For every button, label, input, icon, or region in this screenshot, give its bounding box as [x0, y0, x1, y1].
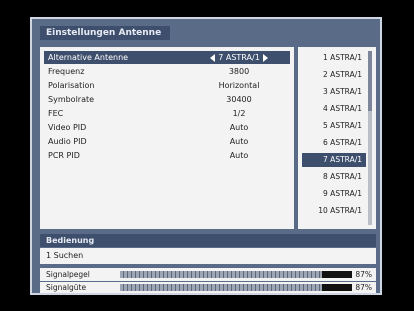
arrow-left-icon[interactable]: [210, 53, 216, 62]
setting-value: 7 ASTRA/1: [194, 51, 284, 64]
antenna-list-item[interactable]: 1 ASTRA/1: [302, 51, 366, 65]
info-heading: Bedienung: [40, 234, 376, 247]
antenna-list-item[interactable]: 6 ASTRA/1: [302, 136, 366, 150]
signal-quality-meter: Signalgüte 87%: [40, 282, 376, 293]
setting-value-text: 7 ASTRA/1: [218, 53, 260, 62]
meter-label: Signalpegel: [46, 270, 90, 279]
setting-row[interactable]: PCR PID Auto: [44, 149, 290, 162]
antenna-list-item[interactable]: 4 ASTRA/1: [302, 102, 366, 116]
scrollbar-thumb[interactable]: [368, 51, 372, 111]
setting-label: Symbolrate: [48, 95, 95, 104]
setting-value: Auto: [229, 151, 249, 160]
antenna-list-scrollbar[interactable]: [368, 51, 372, 225]
setting-value: Auto: [229, 123, 249, 132]
setting-value: Auto: [229, 137, 249, 146]
setting-label: PCR PID: [48, 151, 80, 160]
setting-label: Video PID: [48, 123, 87, 132]
antenna-list-item[interactable]: 9 ASTRA/1: [302, 187, 366, 201]
menu-title: Einstellungen Antenne: [40, 26, 170, 40]
meter-percent: 87%: [355, 270, 372, 279]
antenna-list-item[interactable]: 2 ASTRA/1: [302, 68, 366, 82]
antenna-list-item[interactable]: 8 ASTRA/1: [302, 170, 366, 184]
meter-bar: [120, 271, 352, 278]
setting-label: Polarisation: [48, 81, 95, 90]
setting-value: 1/2: [232, 109, 246, 118]
setting-label: FEC: [48, 109, 64, 118]
signal-level-meter: Signalpegel 87%: [40, 268, 376, 281]
settings-panel: Alternative Antenne 7 ASTRA/1 Frequenz 3800…: [40, 47, 294, 229]
info-text: 1 Suchen: [40, 248, 376, 264]
setting-row[interactable]: Audio PID Auto: [44, 135, 290, 148]
setting-label: Audio PID: [48, 137, 87, 146]
setting-value: 30400: [226, 95, 252, 104]
antenna-list-item[interactable]: 7 ASTRA/1: [302, 153, 366, 167]
menu-window: Einstellungen Antenne Alternative Antenn…: [30, 17, 382, 295]
antenna-list-item[interactable]: 3 ASTRA/1: [302, 85, 366, 99]
setting-value: Horizontal: [218, 81, 260, 90]
setting-value: 3800: [228, 67, 250, 76]
setting-row[interactable]: Polarisation Horizontal: [44, 79, 290, 92]
meter-percent: 87%: [355, 283, 372, 292]
meter-label: Signalgüte: [46, 283, 87, 292]
setting-row[interactable]: Alternative Antenne 7 ASTRA/1: [44, 51, 290, 64]
setting-row[interactable]: FEC 1/2: [44, 107, 290, 120]
arrow-right-icon[interactable]: [262, 53, 268, 62]
meter-bar: [120, 284, 352, 291]
setting-row[interactable]: Video PID Auto: [44, 121, 290, 134]
setting-row[interactable]: Symbolrate 30400: [44, 93, 290, 106]
meter-fill: [120, 284, 322, 291]
antenna-list-panel: 1 ASTRA/1 2 ASTRA/1 3 ASTRA/1 4 ASTRA/1 5 AS…: [298, 47, 376, 229]
setting-label: Frequenz: [48, 67, 85, 76]
antenna-list-item[interactable]: 10 ASTRA/1: [302, 204, 366, 218]
meter-fill: [120, 271, 322, 278]
setting-label: Alternative Antenne: [48, 53, 129, 62]
antenna-list-item[interactable]: 5 ASTRA/1: [302, 119, 366, 133]
setting-row[interactable]: Frequenz 3800: [44, 65, 290, 78]
